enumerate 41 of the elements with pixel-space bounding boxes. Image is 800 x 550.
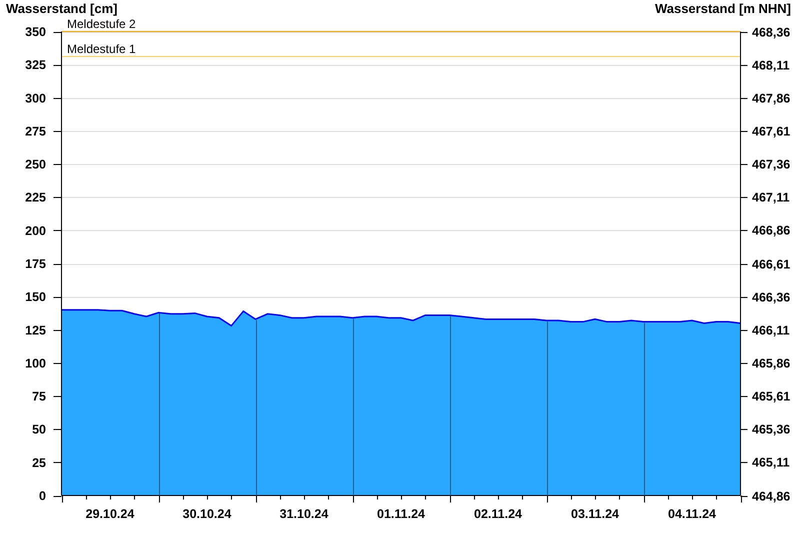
y-tick-label: 125 [25, 323, 46, 338]
right-tick-label: 466,61 [752, 258, 790, 272]
right-tick-label: 465,86 [752, 356, 790, 370]
y-tick-label: 175 [25, 257, 46, 271]
y-tick-label: 150 [25, 290, 46, 304]
right-tick-label: 467,11 [752, 190, 790, 204]
right-tick-label: 468,11 [752, 58, 790, 72]
right-tick-label: 464,86 [752, 490, 790, 504]
y-tick-label: 275 [25, 124, 46, 138]
y-tick-label: 75 [32, 390, 46, 404]
right-tick-label: 468,36 [752, 26, 790, 40]
x-tick-label: 30.10.24 [182, 507, 232, 521]
y-tick-label: 225 [25, 190, 46, 205]
threshold-label: Meldestufe 2 [67, 18, 136, 31]
y-tick-label: 0 [39, 489, 46, 503]
right-axis-title: Wasserstand [m NHN] [654, 1, 791, 16]
x-tick-label: 02.11.24 [474, 507, 522, 521]
right-tick-label: 467,61 [752, 124, 790, 138]
x-tick-label: 04.11.24 [668, 507, 716, 521]
y-tick-label: 25 [32, 456, 46, 470]
threshold-label: Meldestufe 1 [67, 43, 136, 56]
y-tick-label: 300 [25, 91, 46, 106]
y-tick-label: 250 [25, 158, 46, 172]
x-tick-label: 03.11.24 [571, 507, 619, 521]
y-tick-label: 325 [25, 58, 46, 72]
right-tick-label: 465,11 [752, 456, 790, 470]
y-tick-label: 50 [32, 422, 46, 437]
right-tick-label: 465,36 [752, 422, 790, 436]
x-tick-label: 01.11.24 [377, 507, 425, 521]
right-tick-label: 466,11 [752, 324, 790, 338]
right-tick-label: 466,86 [752, 224, 790, 238]
y-tick-label: 100 [25, 356, 46, 370]
x-tick-label: 31.10.24 [280, 507, 328, 521]
right-tick-label: 467,86 [752, 92, 790, 106]
right-tick-label: 465,61 [752, 390, 790, 404]
y-tick-label: 350 [25, 25, 46, 39]
right-tick-label: 466,36 [752, 290, 790, 304]
right-tick-label: 467,36 [752, 158, 790, 172]
y-axis-title: Wasserstand [cm] [6, 1, 118, 16]
y-tick-label: 200 [25, 224, 46, 238]
x-tick-label: 29.10.24 [86, 507, 134, 521]
